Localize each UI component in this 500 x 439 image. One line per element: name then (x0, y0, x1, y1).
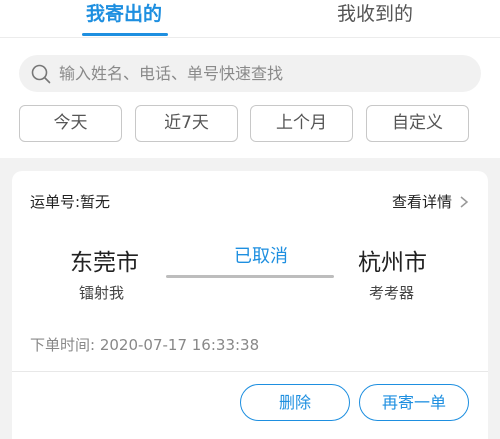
order-time: 下单时间: 2020-07-17 16:33:38 (30, 336, 260, 354)
search-input[interactable] (59, 55, 469, 92)
view-details-label: 查看详情 (391, 193, 452, 211)
destination-city: 杭州市 (358, 250, 427, 276)
delete-button[interactable]: 删除 (240, 384, 350, 421)
route-line (166, 275, 334, 278)
date-filter-group: 今天 近7天 上个月 自定义 (0, 105, 500, 143)
filter-last-month[interactable]: 上个月 (250, 105, 353, 142)
recipient-name: 考考器 (369, 284, 415, 302)
order-card: 运单号:暂无 查看详情 东莞市 镭射我 已取消 杭州市 考考器 下单时间: 20… (12, 171, 488, 439)
tab-received[interactable]: 我收到的 (314, 0, 436, 38)
search-icon (31, 64, 51, 84)
filter-custom[interactable]: 自定义 (366, 105, 469, 142)
header-area: 我寄出的 我收到的 今天 近7天 上个月 自定义 (0, 0, 500, 158)
view-details-link[interactable]: 查看详情 (392, 191, 470, 212)
filter-last-7-days[interactable]: 近7天 (135, 105, 238, 142)
filter-today[interactable]: 今天 (19, 105, 122, 142)
status-badge: 已取消 (234, 246, 288, 267)
active-tab-indicator (82, 33, 168, 36)
origin-city: 东莞市 (70, 250, 139, 276)
card-divider (12, 371, 488, 372)
search-bar[interactable] (19, 55, 481, 92)
waybill-number: 运单号:暂无 (30, 193, 111, 211)
sender-name: 镭射我 (79, 284, 125, 302)
resend-button[interactable]: 再寄一单 (359, 384, 469, 421)
tab-bar: 我寄出的 我收到的 (0, 0, 500, 38)
chevron-right-icon (460, 195, 469, 208)
